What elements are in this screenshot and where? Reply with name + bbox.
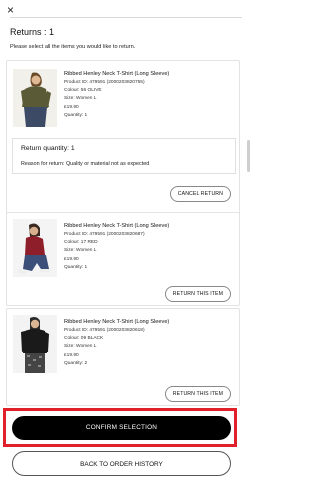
close-icon[interactable]: × [7,4,19,16]
confirm-selection-button[interactable]: CONFIRM SELECTION [12,416,231,440]
product-name: Ribbed Henley Neck T-Shirt (Long Sleeve) [64,223,170,229]
return-reason: Reason for return: Quality or material n… [21,161,150,167]
return-this-item-button[interactable]: RETURN THIS ITEM [164,386,231,402]
product-colour: Colour: 56 OLIVE [64,88,102,94]
black-top-model-image [13,315,57,373]
cancel-return-button[interactable]: CANCEL RETURN [169,186,231,202]
product-quantity: Quantity: 1 [64,264,88,270]
product-price: £19.90 [64,104,79,110]
product-id: Product ID: 479591 (2000203820687) [64,232,145,237]
product-size: Size: Women L [64,96,97,102]
back-to-order-history-button[interactable]: BACK TO ORDER HISTORY [12,451,231,476]
header-divider [10,17,242,18]
product-name: Ribbed Henley Neck T-Shirt (Long Sleeve) [64,71,170,77]
product-size: Size: Women L [64,344,97,350]
product-image [13,69,57,127]
product-colour: Colour: 09 BLACK [64,336,104,342]
product-size: Size: Women L [64,248,97,254]
scrollbar[interactable] [247,140,250,172]
red-top-model-image [13,219,57,277]
instruction-text: Please select all the items you would li… [10,44,136,50]
returns-count-title: Returns : 1 [10,27,55,37]
return-item-card: Ribbed Henley Neck T-Shirt (Long Sleeve)… [6,308,240,406]
product-colour: Colour: 17 RED [64,240,98,246]
product-price: £19.90 [64,352,79,358]
product-quantity: Quantity: 1 [64,112,88,118]
product-quantity: Quantity: 2 [64,360,88,366]
return-quantity: Return quantity: 1 [21,145,75,152]
product-id: Product ID: 479591 (2000203820618) [64,328,145,333]
product-image [13,219,57,277]
olive-top-model-image [13,69,57,127]
product-id: Product ID: 479591 (2000203820755) [64,80,145,85]
return-details-box: Return quantity: 1 Reason for return: Qu… [12,138,236,174]
return-item-card: Ribbed Henley Neck T-Shirt (Long Sleeve)… [6,60,240,214]
return-item-card: Ribbed Henley Neck T-Shirt (Long Sleeve)… [6,212,240,306]
return-this-item-button[interactable]: RETURN THIS ITEM [164,286,231,302]
product-name: Ribbed Henley Neck T-Shirt (Long Sleeve) [64,319,170,325]
product-price: £19.90 [64,256,79,262]
product-image [13,315,57,373]
